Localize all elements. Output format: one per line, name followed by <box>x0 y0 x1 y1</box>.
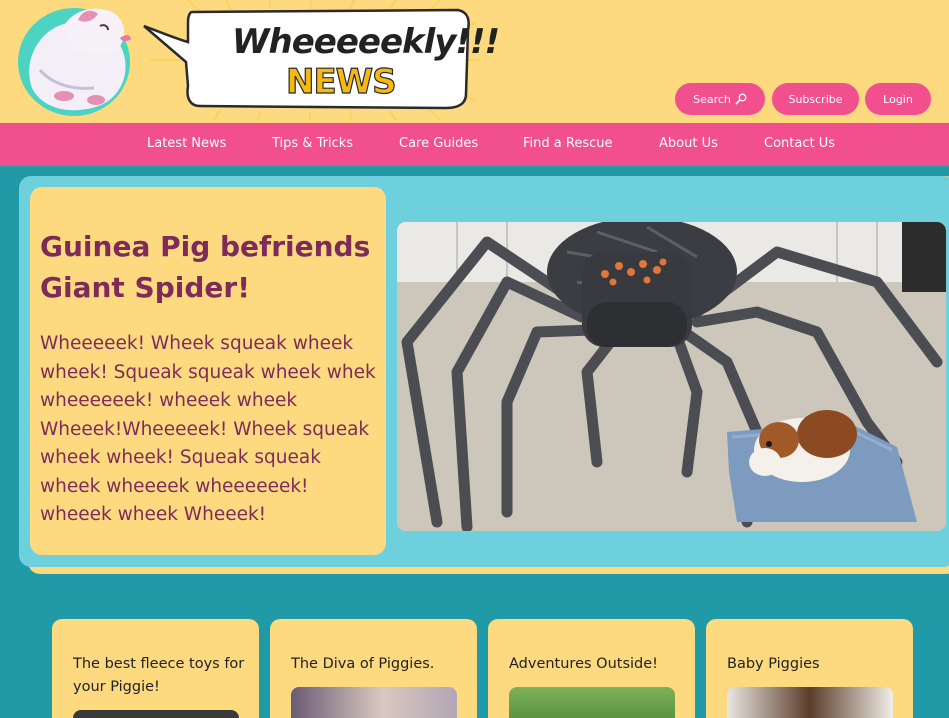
card-title[interactable]: The Diva of Piggies. <box>291 653 466 676</box>
site-header: Wheeeeekly!!! NEWS Search Subscribe Logi… <box>0 0 949 123</box>
nav-item-tips-tricks[interactable]: Tips & Tricks <box>272 136 353 151</box>
hero-photo[interactable] <box>397 222 946 531</box>
logo-title: Wheeeeekly!!! <box>232 22 500 62</box>
search-button[interactable]: Search <box>675 83 765 115</box>
nav-item-find-rescue[interactable]: Find a Rescue <box>523 136 612 151</box>
article-card-fleece-toys[interactable]: The best fleece toys for your Piggie! <box>52 619 259 718</box>
nav-item-care-guides[interactable]: Care Guides <box>399 136 478 151</box>
guinea-pig-logo-icon[interactable] <box>12 0 137 118</box>
main-nav: Latest News Tips & Tricks Care Guides Fi… <box>0 123 949 166</box>
card-thumbnail[interactable] <box>727 687 893 718</box>
spider-photo-image <box>397 222 946 531</box>
card-thumbnail[interactable] <box>509 687 675 718</box>
card-thumbnail[interactable] <box>73 710 239 718</box>
card-thumbnail[interactable] <box>291 687 457 718</box>
login-button[interactable]: Login <box>865 83 931 115</box>
logo-news: NEWS <box>285 61 397 102</box>
card-title[interactable]: Adventures Outside! <box>509 653 684 676</box>
card-title[interactable]: The best fleece toys for your Piggie! <box>73 653 248 699</box>
article-card-baby-piggies[interactable]: Baby Piggies <box>706 619 913 718</box>
card-title[interactable]: Baby Piggies <box>727 653 902 676</box>
article-card-adventures[interactable]: Adventures Outside! <box>488 619 695 718</box>
hero-title[interactable]: Guinea Pig befriends Giant Spider! <box>40 226 380 308</box>
search-button-label: Search <box>693 92 731 106</box>
subscribe-button[interactable]: Subscribe <box>772 83 859 115</box>
login-button-label: Login <box>883 92 913 106</box>
article-card-diva[interactable]: The Diva of Piggies. <box>270 619 477 718</box>
hero-body: Wheeeeek! Wheek squeak wheek wheek! Sque… <box>40 333 376 525</box>
magnifier-icon <box>735 93 747 105</box>
nav-item-contact-us[interactable]: Contact Us <box>764 136 835 151</box>
nav-item-about-us[interactable]: About Us <box>659 136 718 151</box>
subscribe-button-label: Subscribe <box>788 92 843 106</box>
nav-item-latest-news[interactable]: Latest News <box>147 136 226 151</box>
